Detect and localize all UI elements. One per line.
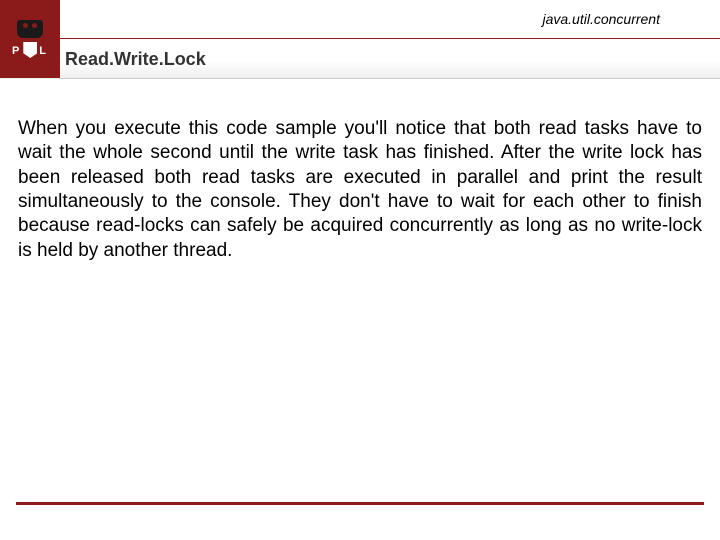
logo-letter-left: P [12,45,21,57]
header-top-bar: P L java.util.concurrent [0,0,720,38]
logo-letter-right: L [39,45,48,57]
body-paragraph: When you execute this code sample you'll… [18,117,702,263]
slide-title: Read.Write.Lock [65,49,206,70]
footer-divider [16,502,704,505]
logo-shield-icon [23,42,37,58]
title-bar: Read.Write.Lock [0,39,720,79]
breadcrumb-text: java.util.concurrent [542,11,660,27]
institution-logo: P L [0,0,60,78]
logo-graphic-icon [17,20,43,38]
content-area: When you execute this code sample you'll… [0,79,720,263]
